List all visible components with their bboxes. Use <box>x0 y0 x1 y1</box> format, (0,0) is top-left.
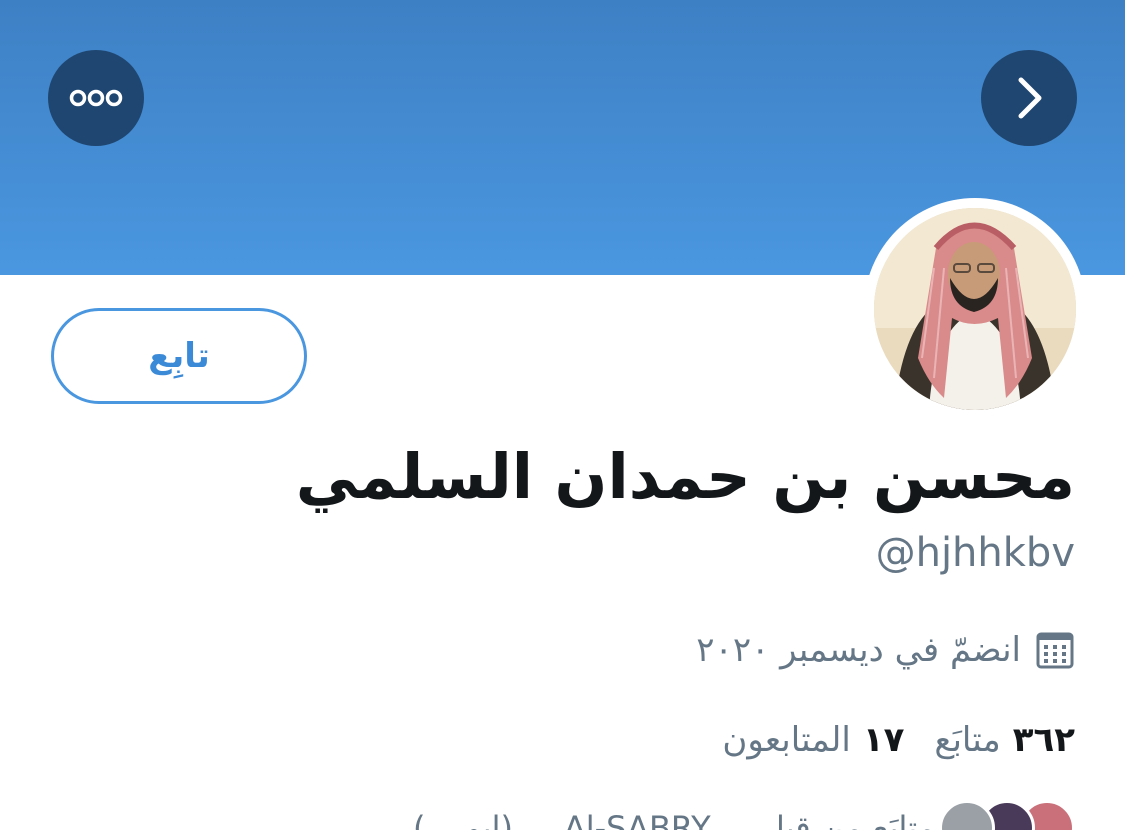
calendar-icon <box>1036 632 1074 669</box>
follow-stats: ٣٦٢ متابَع ١٧ المتابعون <box>722 720 1075 760</box>
profile-name: محسن بن حمدان السلمي <box>295 440 1075 513</box>
joined-date-row: انضمّ في ديسمبر ٢٠٢٠ <box>696 630 1075 670</box>
followed-by-text: متابَع من قبل ... Al-SABRY ... (ابو ...) <box>412 809 935 830</box>
more-options-button[interactable] <box>48 50 144 146</box>
chevron-right-icon <box>1018 77 1042 119</box>
following-label: متابَع <box>934 720 1001 760</box>
avatar <box>939 800 995 830</box>
avatar-image <box>874 208 1076 410</box>
followed-by-row[interactable]: متابَع من قبل ... Al-SABRY ... (ابو ...) <box>412 800 1075 830</box>
following-count: ٣٦٢ <box>1012 720 1075 760</box>
profile-avatar-ring <box>864 198 1086 420</box>
follow-button-label: تابِع <box>148 336 210 376</box>
following-stat[interactable]: ٣٦٢ متابَع <box>934 720 1075 760</box>
more-dots-icon <box>69 89 123 107</box>
avatar[interactable] <box>874 208 1076 410</box>
followers-count: ١٧ <box>862 720 905 760</box>
joined-date-text: انضمّ في ديسمبر ٢٠٢٠ <box>696 630 1021 670</box>
followed-by-avatars <box>939 800 1075 830</box>
back-button[interactable] <box>981 50 1077 146</box>
profile-handle: @hjhhkbv <box>875 530 1075 576</box>
followers-label: المتابعون <box>722 720 851 760</box>
follow-button[interactable]: تابِع <box>51 308 307 404</box>
followers-stat[interactable]: ١٧ المتابعون <box>722 720 904 760</box>
